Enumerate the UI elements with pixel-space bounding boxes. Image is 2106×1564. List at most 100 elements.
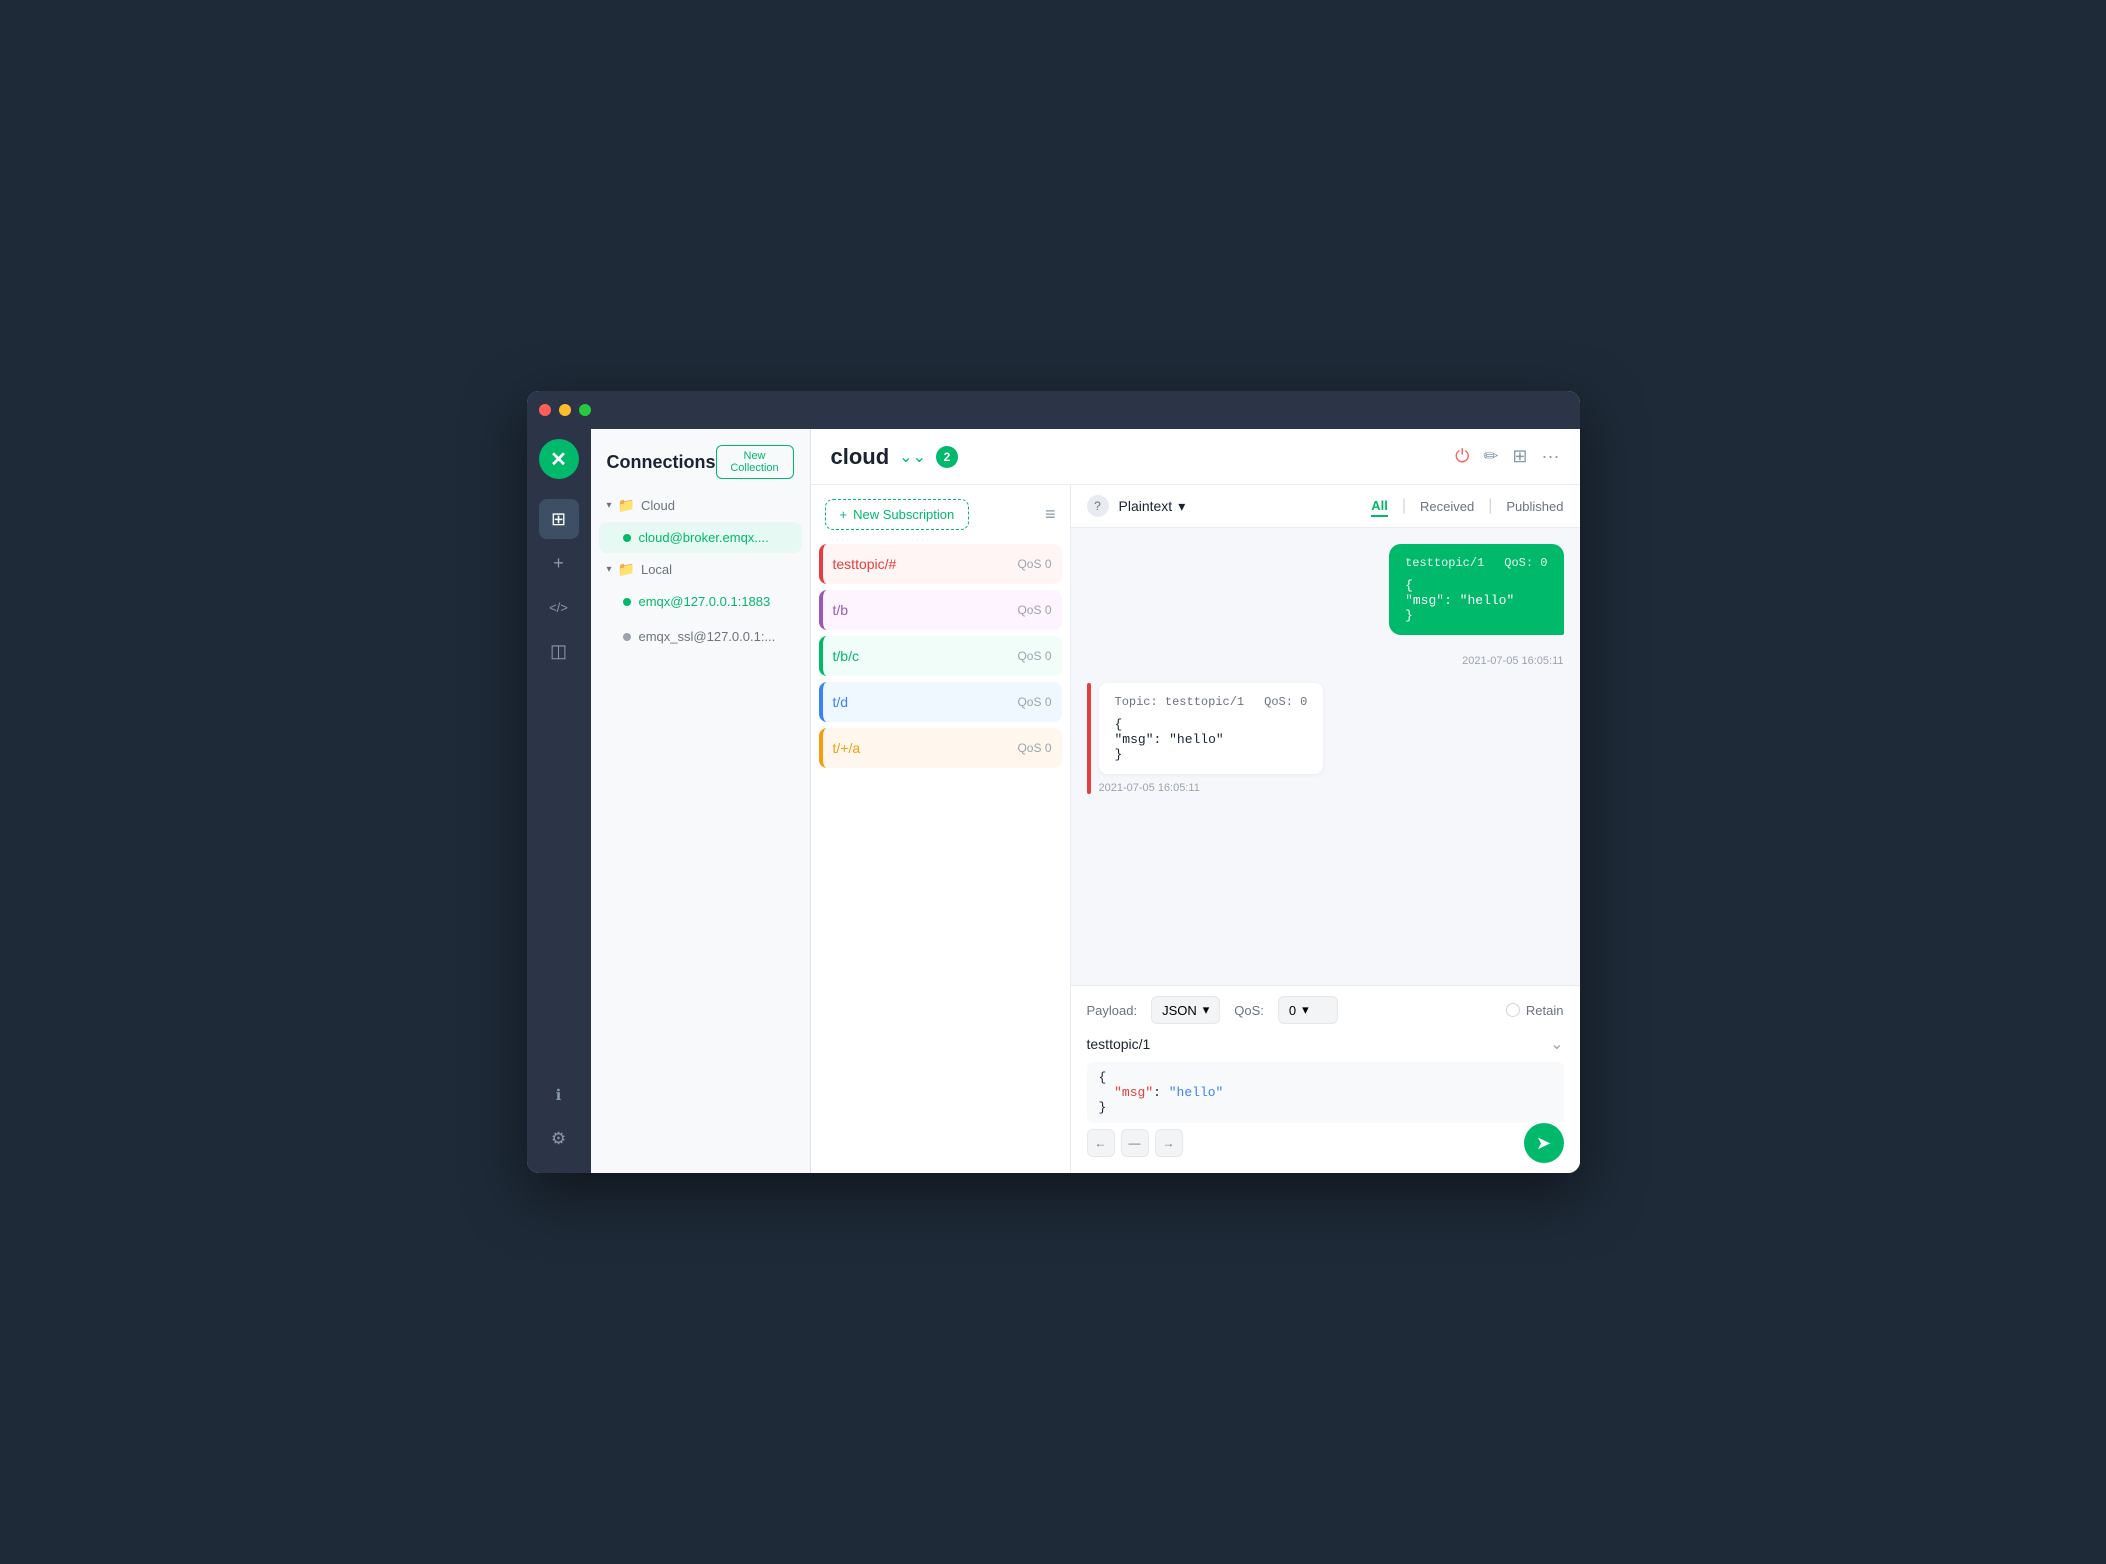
- title-bar: [527, 391, 1580, 429]
- payload-sep: :: [1153, 1085, 1169, 1100]
- add-tab-button[interactable]: ⊞: [1512, 446, 1527, 467]
- clear-button[interactable]: —: [1121, 1129, 1149, 1157]
- qos-select[interactable]: 0 ▾: [1278, 996, 1338, 1024]
- payload-body-line3: }: [1099, 1100, 1552, 1115]
- sub-topic-name: t/+/a: [833, 740, 861, 756]
- plaintext-label: Plaintext: [1119, 498, 1173, 514]
- help-icon[interactable]: ?: [1087, 495, 1109, 517]
- msg-received-content: Topic: testtopic/1 QoS: 0 { "msg": "hell…: [1099, 683, 1324, 774]
- tab-published[interactable]: Published: [1506, 497, 1563, 516]
- message-item-sent: testtopic/1 QoS: 0 { "msg": "hello" }: [1389, 544, 1563, 635]
- msg-body-line3: }: [1405, 608, 1547, 623]
- local2-status-dot: [623, 633, 631, 641]
- sub-qos-label: QoS 0: [1017, 603, 1051, 617]
- msg-received-body-line3: }: [1115, 747, 1308, 762]
- payload-format-value: JSON: [1162, 1003, 1197, 1018]
- received-bar: [1087, 683, 1091, 794]
- power-button[interactable]: ⏻: [1455, 446, 1469, 467]
- payload-editor[interactable]: { "msg": "hello" }: [1087, 1062, 1564, 1123]
- msg-received-header: Topic: testtopic/1 QoS: 0: [1115, 695, 1308, 709]
- content-body: + New Subscription ≡ testtopic/# QoS 0 t…: [811, 485, 1580, 1173]
- connection-name-local2: emqx_ssl@127.0.0.1:...: [639, 629, 776, 644]
- list-item[interactable]: t/b/c QoS 0: [819, 636, 1062, 676]
- cloud-chevron-icon: ▾: [607, 500, 612, 511]
- edit-button[interactable]: ✏: [1483, 446, 1498, 467]
- retain-radio[interactable]: [1506, 1003, 1520, 1017]
- retain-option: Retain: [1506, 1003, 1564, 1018]
- payload-value: "hello": [1169, 1085, 1224, 1100]
- qos-label: QoS:: [1234, 1003, 1264, 1018]
- msg-received-body-line2: "msg": "hello": [1115, 732, 1308, 747]
- sub-qos-label: QoS 0: [1017, 741, 1051, 755]
- msg-received-qos: QoS: 0: [1264, 695, 1307, 709]
- filter-button[interactable]: ≡: [1045, 504, 1056, 525]
- tab-received[interactable]: Received: [1420, 497, 1474, 516]
- list-item[interactable]: t/b QoS 0: [819, 590, 1062, 630]
- list-item[interactable]: t/+/a QoS 0: [819, 728, 1062, 768]
- content-header: cloud ⌄⌄ 2 ⏻ ✏ ⊞ ···: [811, 429, 1580, 485]
- qos-value: 0: [1289, 1003, 1296, 1018]
- connection-chevron-icon[interactable]: ⌄⌄: [899, 447, 926, 467]
- send-button[interactable]: ➤: [1524, 1123, 1564, 1163]
- list-item[interactable]: testtopic/# QoS 0: [819, 544, 1062, 584]
- payload-key: "msg": [1114, 1085, 1153, 1100]
- next-message-button[interactable]: →: [1155, 1129, 1183, 1157]
- maximize-button[interactable]: [579, 404, 591, 416]
- content-header-left: cloud ⌄⌄ 2: [831, 444, 958, 470]
- more-button[interactable]: ···: [1542, 446, 1560, 467]
- nav-arrows: ← — →: [1087, 1129, 1183, 1157]
- sidebar-item-code[interactable]: </>: [539, 587, 579, 627]
- payload-chevron-icon: ▾: [1203, 1002, 1210, 1018]
- msg-received-body: { "msg": "hello" }: [1115, 717, 1308, 762]
- messages-panel: ? Plaintext ▾ All | Received | Published: [1071, 485, 1580, 1173]
- sidebar-item-info[interactable]: ℹ: [539, 1075, 579, 1115]
- local-chevron-icon: ▾: [607, 564, 612, 575]
- plaintext-chevron-icon: ▾: [1178, 498, 1185, 515]
- payload-format-select[interactable]: JSON ▾: [1151, 996, 1220, 1024]
- app-window: ✕ ⊞ + </> ◫ ℹ ⚙ Connections New Collecti…: [527, 391, 1580, 1173]
- main-layout: ✕ ⊞ + </> ◫ ℹ ⚙ Connections New Collecti…: [527, 429, 1580, 1173]
- sidebar-item-add[interactable]: +: [539, 543, 579, 583]
- topic-chevron-icon: ⌄: [1550, 1034, 1563, 1054]
- list-item[interactable]: t/d QoS 0: [819, 682, 1062, 722]
- connections-title: Connections: [607, 452, 716, 473]
- connection-item-cloud1[interactable]: cloud@broker.emqx....: [599, 522, 802, 553]
- new-collection-button[interactable]: New Collection: [716, 445, 794, 479]
- sub-topic-name: testtopic/#: [833, 556, 897, 572]
- connection-item-local2[interactable]: emqx_ssl@127.0.0.1:...: [599, 621, 802, 652]
- topic-input[interactable]: testtopic/1: [1087, 1036, 1551, 1052]
- group-local[interactable]: ▾ 📁 Local: [591, 555, 810, 584]
- msg-timestamp-received: 2021-07-05 16:05:11: [1099, 782, 1324, 794]
- local-group-label: Local: [641, 562, 672, 577]
- minimize-button[interactable]: [559, 404, 571, 416]
- sidebar-item-connections[interactable]: ⊞: [539, 499, 579, 539]
- sub-qos-label: QoS 0: [1017, 649, 1051, 663]
- publish-bar: Payload: JSON ▾ QoS: 0 ▾: [1071, 985, 1580, 1173]
- new-subscription-label: New Subscription: [853, 507, 954, 522]
- group-cloud[interactable]: ▾ 📁 Cloud: [591, 491, 810, 520]
- plaintext-selector[interactable]: Plaintext ▾: [1119, 498, 1186, 515]
- close-button[interactable]: [539, 404, 551, 416]
- msg-topic: testtopic/1: [1405, 556, 1484, 570]
- sidebar-item-settings[interactable]: ⚙: [539, 1119, 579, 1159]
- msg-timestamp-sent: 2021-07-05 16:05:11: [1087, 655, 1564, 667]
- filter-divider-2: |: [1488, 497, 1492, 515]
- prev-message-button[interactable]: ←: [1087, 1129, 1115, 1157]
- connection-item-local1[interactable]: emqx@127.0.0.1:1883: [599, 586, 802, 617]
- msg-received-body-line1: {: [1115, 717, 1308, 732]
- msg-qos: QoS: 0: [1504, 556, 1547, 570]
- sidebar-item-database[interactable]: ◫: [539, 631, 579, 671]
- tab-all[interactable]: All: [1371, 496, 1388, 517]
- local-folder-icon: 📁: [618, 561, 635, 578]
- payload-body-line1: {: [1099, 1070, 1552, 1085]
- connections-header: Connections New Collection: [591, 429, 810, 491]
- app-logo: ✕: [539, 439, 579, 479]
- messages-toolbar: ? Plaintext ▾ All | Received | Published: [1071, 485, 1580, 528]
- new-subscription-button[interactable]: + New Subscription: [825, 499, 970, 530]
- subscriptions-toolbar: + New Subscription ≡: [811, 485, 1070, 540]
- sub-topic-name: t/b: [833, 602, 849, 618]
- qos-chevron-icon: ▾: [1302, 1002, 1309, 1018]
- plus-icon: +: [840, 507, 848, 522]
- message-item-received: Topic: testtopic/1 QoS: 0 { "msg": "hell…: [1087, 683, 1564, 794]
- payload-label: Payload:: [1087, 1003, 1138, 1018]
